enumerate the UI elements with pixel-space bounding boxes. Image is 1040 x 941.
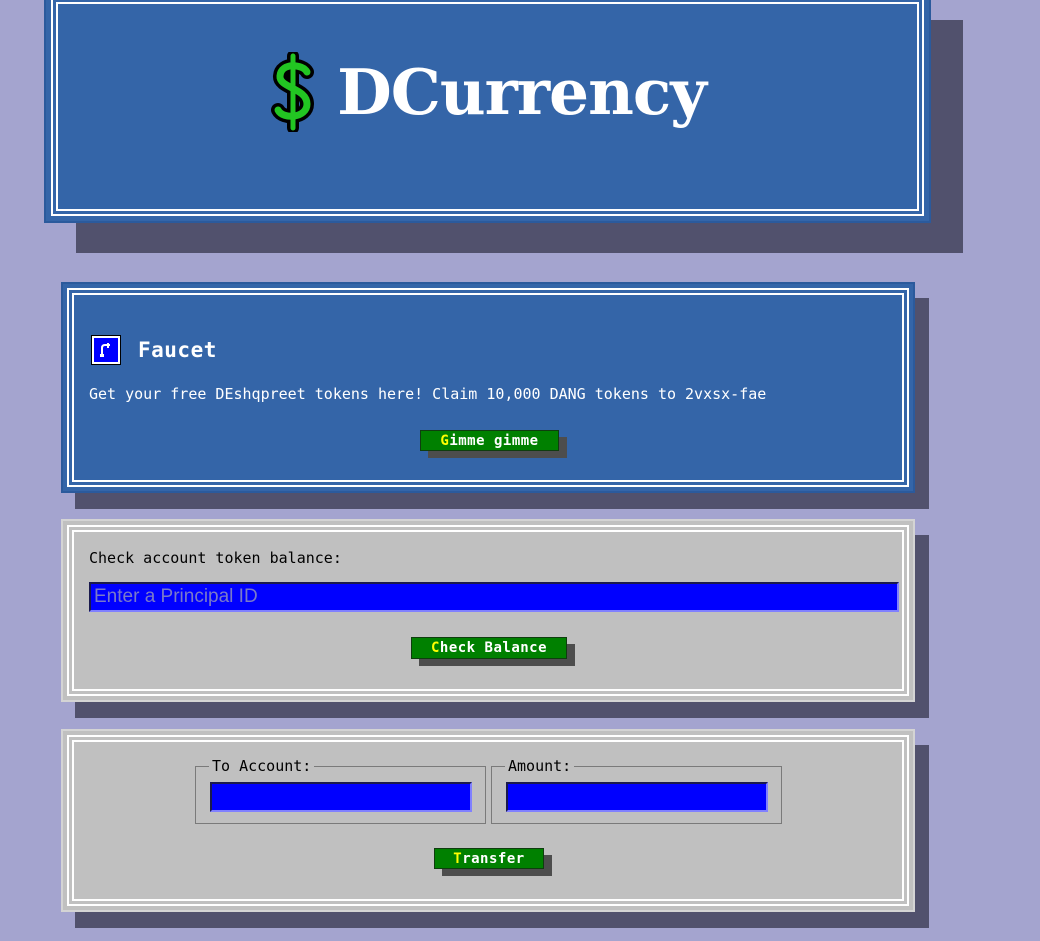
balance-label: Check account token balance: bbox=[89, 549, 342, 567]
to-account-label: To Account: bbox=[209, 757, 315, 775]
amount-label: Amount: bbox=[505, 757, 575, 775]
amount-input[interactable] bbox=[506, 782, 768, 812]
dollar-icon bbox=[271, 52, 315, 132]
transfer-button-label: ransfer bbox=[462, 850, 525, 867]
title-wrap: DCurrency bbox=[46, 52, 929, 132]
app-header: DCurrency bbox=[44, 0, 931, 223]
faucet-icon bbox=[91, 335, 121, 365]
to-account-input[interactable] bbox=[210, 782, 472, 812]
faucet-description: Get your free DEshqpreet tokens here! Cl… bbox=[89, 385, 767, 403]
to-account-fieldset: To Account: bbox=[195, 757, 486, 824]
gimme-button-accel: G bbox=[440, 432, 450, 449]
balance-panel: Check account token balance: Check Balan… bbox=[61, 519, 915, 702]
check-balance-button-label: heck Balance bbox=[439, 640, 548, 656]
faucet-title: Faucet bbox=[138, 338, 217, 362]
faucet-heading: Faucet bbox=[91, 335, 217, 365]
check-balance-button[interactable]: Check Balance bbox=[411, 637, 567, 659]
transfer-button-accel: T bbox=[453, 850, 463, 867]
app-title: DCurrency bbox=[337, 54, 707, 129]
check-balance-button-accel: C bbox=[430, 640, 440, 656]
faucet-panel: Faucet Get your free DEshqpreet tokens h… bbox=[61, 282, 915, 493]
principal-id-input[interactable] bbox=[89, 582, 899, 612]
gimme-button-label: imme gimme bbox=[449, 432, 539, 449]
transfer-button[interactable]: Transfer bbox=[434, 848, 544, 869]
amount-fieldset: Amount: bbox=[491, 757, 782, 824]
gimme-button[interactable]: Gimme gimme bbox=[420, 430, 559, 451]
transfer-panel: To Account: Amount: Transfer bbox=[61, 729, 915, 912]
